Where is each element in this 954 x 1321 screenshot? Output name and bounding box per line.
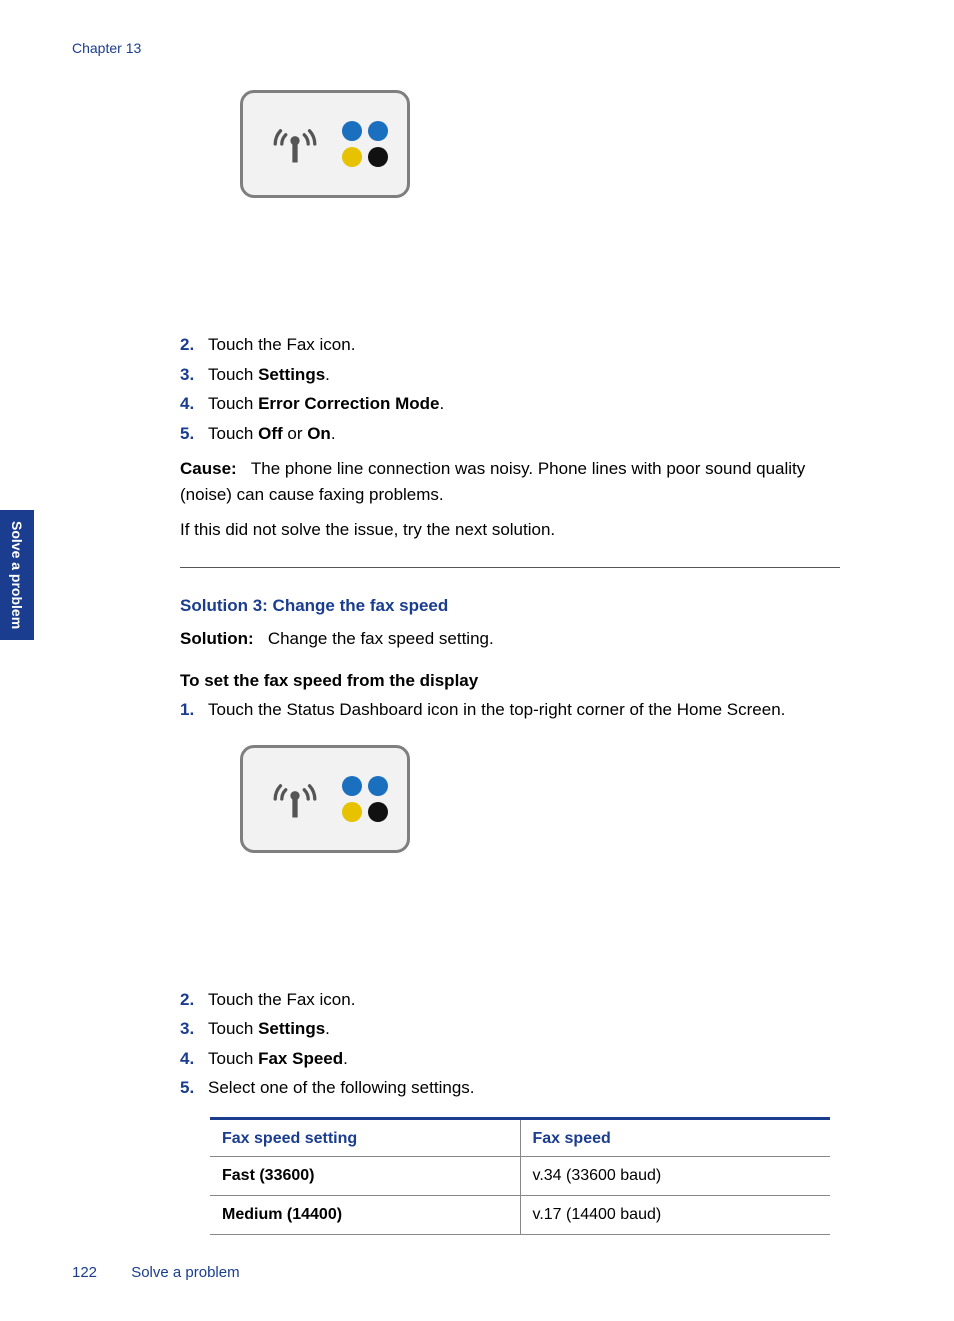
step-number: 4. xyxy=(180,391,208,417)
step-item: 2. Touch the Fax icon. xyxy=(180,987,840,1013)
step-number: 3. xyxy=(180,362,208,388)
step-number: 5. xyxy=(180,1075,208,1101)
followup-text: If this did not solve the issue, try the… xyxy=(180,517,840,543)
status-dashboard-graphic xyxy=(240,90,410,198)
step-text: Touch the Fax icon. xyxy=(208,987,840,1013)
step-text: Touch the Status Dashboard icon in the t… xyxy=(208,697,840,723)
subheading: To set the fax speed from the display xyxy=(180,671,840,691)
step-item: 5. Touch Off or On. xyxy=(180,421,840,447)
status-dashboard-graphic xyxy=(240,745,410,853)
step-text: Touch the Fax icon. xyxy=(208,332,840,358)
step-text: Select one of the following settings. xyxy=(208,1075,840,1101)
cause-paragraph: Cause: The phone line connection was noi… xyxy=(180,456,840,507)
fax-speed-table: Fax speed setting Fax speed Fast (33600)… xyxy=(210,1117,830,1235)
solution-heading: Solution 3: Change the fax speed xyxy=(180,596,840,616)
wireless-icon xyxy=(262,111,328,177)
step-number: 2. xyxy=(180,332,208,358)
footer-section-name: Solve a problem xyxy=(131,1264,239,1281)
steps-list-speed-b: 2. Touch the Fax icon. 3. Touch Settings… xyxy=(180,987,840,1101)
step-item: 2. Touch the Fax icon. xyxy=(180,332,840,358)
table-row: Fast (33600) v.34 (33600 baud) xyxy=(210,1156,830,1195)
step-item: 4. Touch Error Correction Mode. xyxy=(180,391,840,417)
dot-black xyxy=(368,802,388,822)
table-cell-value: v.17 (14400 baud) xyxy=(520,1195,830,1234)
dot-yellow xyxy=(342,147,362,167)
table-cell-label: Fast (33600) xyxy=(210,1156,520,1195)
step-text: Touch Settings. xyxy=(208,362,840,388)
table-row: Medium (14400) v.17 (14400 baud) xyxy=(210,1195,830,1234)
cause-text: The phone line connection was noisy. Pho… xyxy=(180,459,805,504)
step-item: 3. Touch Settings. xyxy=(180,362,840,388)
step-text: Touch Settings. xyxy=(208,1016,840,1042)
ink-dots-icon xyxy=(342,776,388,822)
dot-blue xyxy=(368,776,388,796)
main-content: 2. Touch the Fax icon. 3. Touch Settings… xyxy=(180,90,840,1235)
step-text: Touch Off or On. xyxy=(208,421,840,447)
dot-black xyxy=(368,147,388,167)
step-number: 1. xyxy=(180,697,208,723)
step-item: 5. Select one of the following settings. xyxy=(180,1075,840,1101)
step-number: 5. xyxy=(180,421,208,447)
page-footer: 122 Solve a problem xyxy=(72,1264,240,1281)
step-item: 1. Touch the Status Dashboard icon in th… xyxy=(180,697,840,723)
cause-label: Cause: xyxy=(180,459,237,478)
dot-blue xyxy=(342,121,362,141)
solution-text: Change the fax speed setting. xyxy=(268,629,494,648)
side-tab-label: Solve a problem xyxy=(9,521,25,629)
step-number: 2. xyxy=(180,987,208,1013)
table-header-row: Fax speed setting Fax speed xyxy=(210,1118,830,1156)
ink-dots-icon xyxy=(342,121,388,167)
solution-label: Solution: xyxy=(180,629,254,648)
dot-yellow xyxy=(342,802,362,822)
chapter-header: Chapter 13 xyxy=(72,40,141,56)
table-cell-value: v.34 (33600 baud) xyxy=(520,1156,830,1195)
section-divider xyxy=(180,567,840,568)
dot-blue xyxy=(368,121,388,141)
side-tab: Solve a problem xyxy=(0,510,34,640)
step-item: 3. Touch Settings. xyxy=(180,1016,840,1042)
table-header: Fax speed setting xyxy=(210,1118,520,1156)
table-cell-label: Medium (14400) xyxy=(210,1195,520,1234)
wireless-icon xyxy=(262,766,328,832)
solution-paragraph: Solution: Change the fax speed setting. xyxy=(180,626,840,652)
step-text: Touch Fax Speed. xyxy=(208,1046,840,1072)
step-number: 3. xyxy=(180,1016,208,1042)
steps-list-speed-a: 1. Touch the Status Dashboard icon in th… xyxy=(180,697,840,723)
page-number: 122 xyxy=(72,1264,97,1281)
table-header: Fax speed xyxy=(520,1118,830,1156)
step-number: 4. xyxy=(180,1046,208,1072)
step-text: Touch Error Correction Mode. xyxy=(208,391,840,417)
steps-list-ecm: 2. Touch the Fax icon. 3. Touch Settings… xyxy=(180,332,840,446)
step-item: 4. Touch Fax Speed. xyxy=(180,1046,840,1072)
dot-blue xyxy=(342,776,362,796)
